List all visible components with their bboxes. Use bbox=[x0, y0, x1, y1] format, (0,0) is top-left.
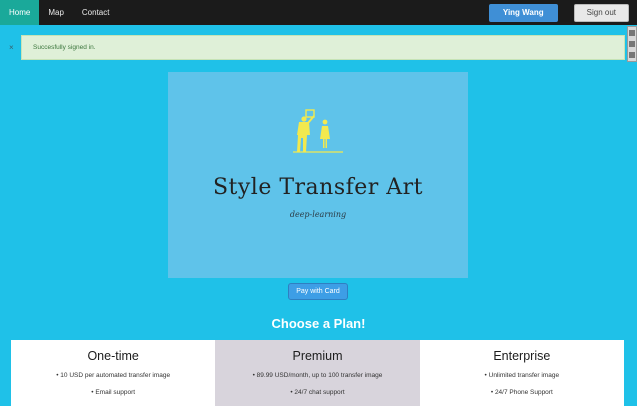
success-alert: Succesfully signed in. bbox=[21, 35, 625, 60]
hero-title: Style Transfer Art bbox=[212, 175, 424, 200]
signout-button[interactable]: Sign out bbox=[573, 3, 629, 22]
plan-feature: • Email support bbox=[91, 389, 136, 396]
alert-message: Succesfully signed in. bbox=[33, 44, 96, 51]
side-scroll-tab[interactable] bbox=[627, 26, 637, 62]
plan-name: One-time bbox=[87, 349, 139, 363]
plan-card-premium[interactable]: Premium • 89.99 USD/month, up to 100 tra… bbox=[215, 340, 420, 406]
choose-plan-heading: Choose a Plan! bbox=[271, 316, 366, 331]
plans-row: One-time • 10 USD per automated transfer… bbox=[11, 340, 624, 406]
plan-name: Premium bbox=[292, 349, 343, 363]
plan-feature: • 89.99 USD/month, up to 100 transfer im… bbox=[252, 372, 383, 379]
painter-logo-icon bbox=[293, 109, 343, 153]
side-tab-grip-icon bbox=[629, 52, 635, 59]
plan-feature: • Unlimited transfer image bbox=[484, 372, 560, 379]
nav-right-group: Ying Wang Sign out bbox=[488, 0, 637, 25]
plan-card-onetime[interactable]: One-time • 10 USD per automated transfer… bbox=[11, 340, 216, 406]
plan-feature: • 10 USD per automated transfer image bbox=[56, 372, 171, 379]
nav-map[interactable]: Map bbox=[39, 0, 73, 25]
hero-banner: Style Transfer Art deep-learning bbox=[168, 72, 468, 278]
pay-with-card-button[interactable]: Pay with Card bbox=[288, 283, 348, 300]
nav-home[interactable]: Home bbox=[0, 0, 40, 25]
plan-card-enterprise[interactable]: Enterprise • Unlimited transfer image • … bbox=[419, 340, 624, 406]
plan-name: Enterprise bbox=[493, 349, 551, 363]
user-profile-button[interactable]: Ying Wang bbox=[488, 3, 558, 22]
nav-contact[interactable]: Contact bbox=[73, 0, 119, 25]
plan-feature: • 24/7 chat support bbox=[290, 389, 345, 396]
top-navbar: Home Map Contact Ying Wang Sign out bbox=[0, 0, 637, 25]
side-tab-grip-icon bbox=[629, 29, 635, 36]
alert-close-icon[interactable]: × bbox=[9, 43, 14, 52]
hero-subtitle: deep-learning bbox=[289, 210, 347, 219]
side-tab-grip-icon bbox=[629, 40, 635, 47]
plan-feature: • 24/7 Phone Support bbox=[490, 389, 553, 396]
